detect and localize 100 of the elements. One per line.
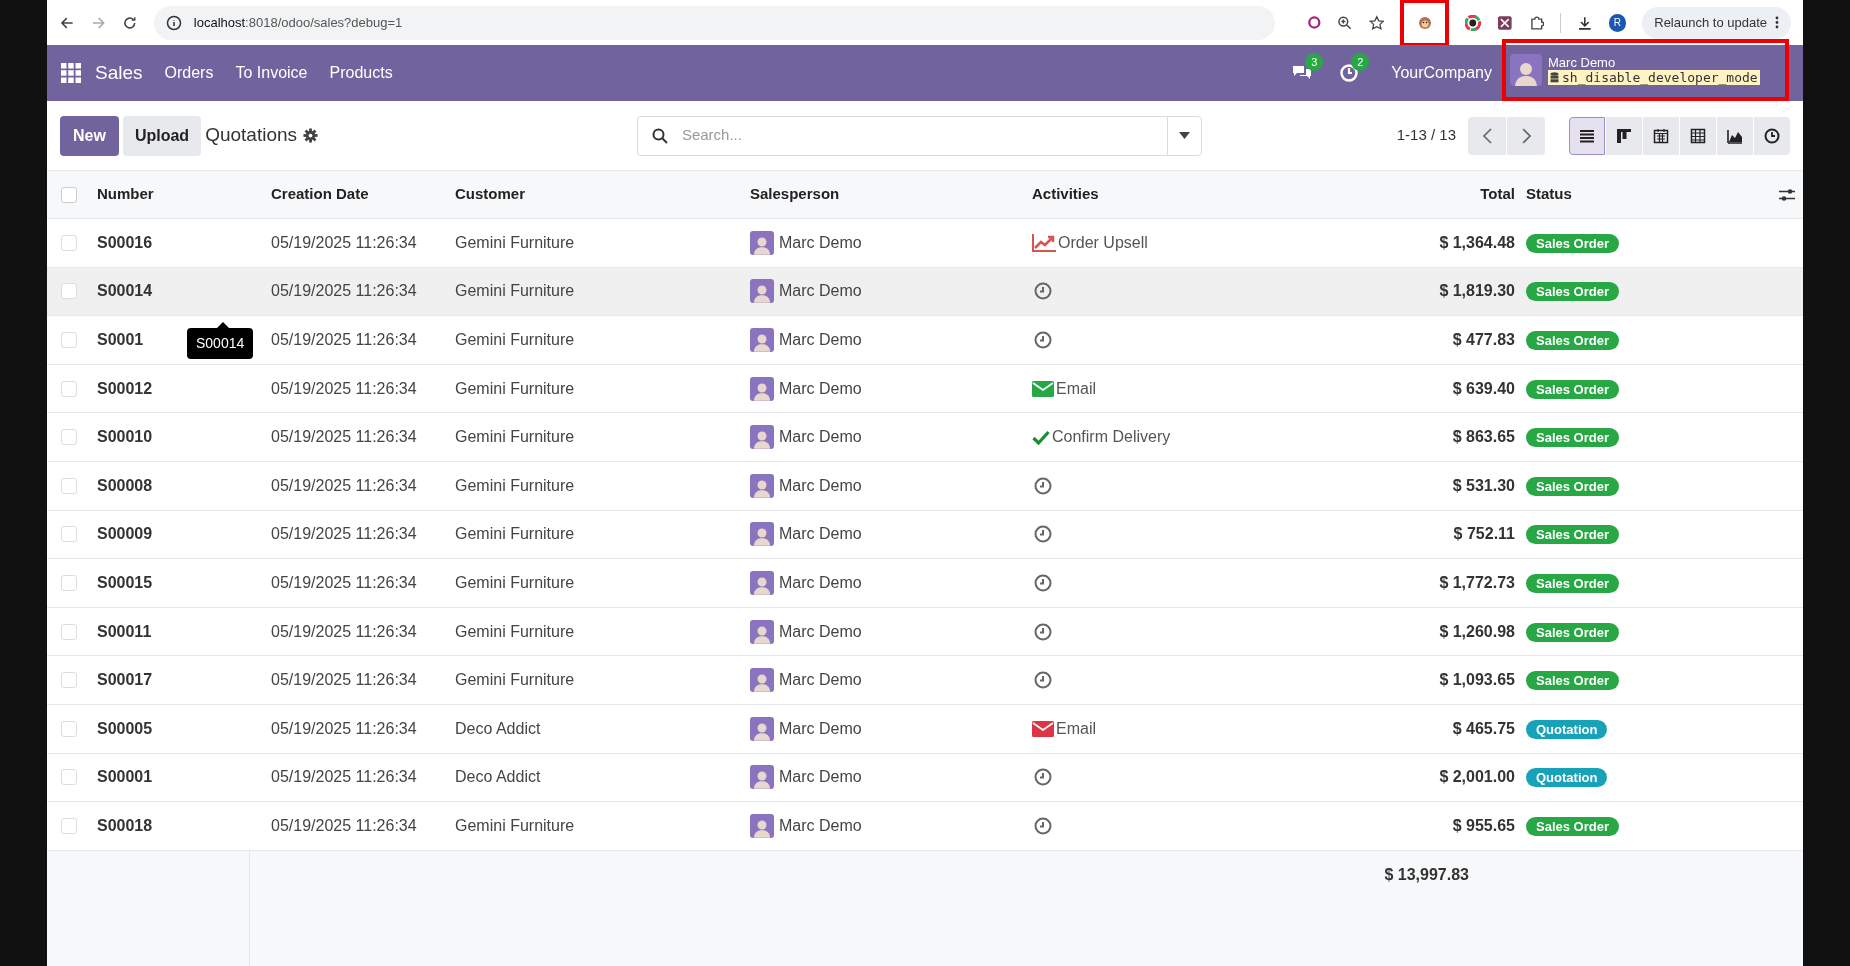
gear-icon[interactable] [303, 128, 319, 143]
view-switch-button[interactable] [1717, 116, 1753, 155]
total-amount: $ 1,364.48 [1439, 233, 1515, 251]
grand-total: $ 13,997.83 [1384, 865, 1469, 883]
salesperson-name: Marc Demo [779, 767, 862, 788]
column-header[interactable]: Salesperson [750, 185, 840, 203]
activity-label[interactable]: Email [1056, 376, 1096, 401]
row-checkbox[interactable] [61, 672, 77, 689]
chevron-right-icon [1521, 127, 1531, 144]
menu-item[interactable]: To Invoice [225, 61, 318, 85]
status-badge: Sales Order [1526, 573, 1619, 593]
user-avatar[interactable] [1510, 54, 1542, 86]
activity-label[interactable]: Confirm Delivery [1052, 425, 1171, 450]
search-field[interactable]: Search... [636, 115, 1202, 156]
clock-icon[interactable] [1034, 525, 1052, 544]
person-silhouette-icon [1514, 60, 1538, 86]
status-badge: Sales Order [1526, 622, 1619, 642]
row-checkbox[interactable] [61, 283, 77, 300]
order-number: S00011 [97, 622, 152, 640]
clock-icon[interactable] [1034, 816, 1052, 835]
row-checkbox[interactable] [61, 332, 77, 348]
salesperson-name: Marc Demo [779, 670, 862, 691]
previous-button[interactable] [1468, 116, 1506, 155]
activity-label[interactable]: Email [1056, 716, 1096, 741]
salesperson-name: Marc Demo [779, 378, 862, 399]
color-wheel-icon[interactable] [1465, 14, 1481, 31]
activity-label[interactable]: Order Upsell [1058, 230, 1148, 255]
search-input[interactable]: Search... [681, 124, 1167, 147]
app-grid-icon[interactable] [61, 63, 81, 83]
customer-name: Gemini Furniture [455, 525, 575, 543]
column-header[interactable]: Activities [1032, 185, 1099, 203]
row-checkbox[interactable] [61, 817, 77, 834]
upload-button[interactable]: Upload [122, 115, 202, 156]
relaunch-button[interactable]: Relaunch to update [1642, 6, 1791, 39]
app-name[interactable]: Sales [95, 58, 143, 88]
column-header[interactable]: Total [1480, 185, 1515, 203]
column-header[interactable]: Status [1526, 185, 1572, 203]
monkey-icon[interactable] [1416, 14, 1433, 31]
zoom-icon[interactable] [1337, 14, 1353, 31]
message-count-badge: 3 [1305, 53, 1324, 71]
clock-icon[interactable] [1034, 671, 1052, 690]
table-row[interactable]: S00014 05/19/2025 11:26:34 Gemini Furniture Marc Demo $ 1,819.30 Sales Order [47, 267, 1803, 317]
date-text: 05/19/2025 11:26:34 [271, 379, 417, 397]
sliders-icon[interactable] [1779, 187, 1795, 202]
download-icon[interactable] [1577, 14, 1593, 31]
clock-icon[interactable] [1034, 282, 1052, 301]
view-switch-button[interactable] [1754, 116, 1790, 155]
clock-icon [1763, 126, 1781, 145]
address-bar[interactable]: localhost:8018/odoo/sales?debug=1 [153, 5, 1275, 40]
row-checkbox[interactable] [61, 769, 77, 786]
view-switch-button[interactable] [1643, 116, 1679, 155]
date-text: 05/19/2025 11:26:34 [271, 768, 417, 786]
clock-icon[interactable] [1034, 331, 1052, 349]
reload-icon[interactable] [122, 14, 138, 31]
ring-icon[interactable] [1306, 15, 1322, 30]
column-header[interactable]: Creation Date [271, 185, 369, 203]
customer-name: Gemini Furniture [455, 816, 575, 834]
row-checkbox[interactable] [61, 380, 77, 397]
next-button[interactable] [1507, 116, 1545, 155]
view-switch-button[interactable] [1569, 116, 1605, 155]
select-all-checkbox[interactable] [61, 186, 77, 203]
customer-name: Gemini Furniture [455, 573, 575, 591]
date-text: 05/19/2025 11:26:34 [271, 476, 417, 494]
clock-icon[interactable] [1034, 476, 1052, 495]
row-checkbox[interactable] [61, 720, 77, 737]
date-text: 05/19/2025 11:26:34 [271, 816, 417, 834]
row-checkbox[interactable] [61, 429, 77, 446]
user-name[interactable]: Marc Demo [1548, 55, 1760, 70]
puzzle-icon[interactable] [1528, 14, 1545, 31]
info-icon [165, 14, 182, 31]
date-text: 05/19/2025 11:26:34 [271, 331, 417, 348]
pager-text: 1-13 / 13 [1396, 125, 1456, 146]
caret-icon[interactable] [1178, 132, 1190, 139]
extension-icon[interactable] [1496, 14, 1513, 31]
menu-item[interactable]: Products [319, 61, 403, 85]
status-badge: Sales Order [1526, 671, 1619, 691]
profile-avatar[interactable]: R [1608, 13, 1627, 32]
clock-icon[interactable] [1034, 768, 1052, 787]
star-icon[interactable] [1368, 14, 1385, 31]
status-badge: Sales Order [1526, 428, 1619, 448]
view-switch-button[interactable] [1606, 116, 1642, 155]
row-checkbox[interactable] [61, 526, 77, 543]
view-switch-button[interactable] [1680, 116, 1716, 155]
row-checkbox[interactable] [61, 574, 77, 591]
company-name[interactable]: YourCompany [1391, 61, 1492, 85]
salesperson-name: Marc Demo [779, 815, 862, 836]
column-header[interactable]: Number [97, 185, 154, 203]
clock-icon[interactable] [1034, 622, 1052, 641]
menu-item[interactable]: Orders [154, 61, 224, 85]
page-title: Quotations [205, 123, 298, 148]
row-checkbox[interactable] [61, 477, 77, 494]
order-number: S00005 [97, 719, 153, 737]
new-button[interactable]: New [60, 115, 119, 156]
order-number: S00014 [97, 282, 153, 300]
date-text: 05/19/2025 11:26:34 [271, 671, 417, 689]
total-amount: $ 465.75 [1452, 719, 1515, 737]
column-header[interactable]: Customer [455, 185, 525, 203]
row-checkbox[interactable] [61, 234, 77, 251]
row-checkbox[interactable] [61, 623, 77, 640]
clock-icon[interactable] [1034, 573, 1052, 592]
